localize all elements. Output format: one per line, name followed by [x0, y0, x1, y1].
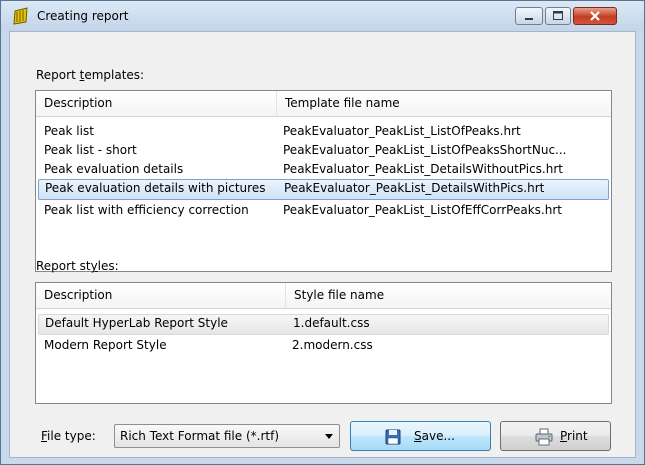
- template-row-selected[interactable]: Peak evaluation details with pictures Pe…: [38, 179, 609, 200]
- style-row-selected[interactable]: Default HyperLab Report Style 1.default.…: [38, 314, 609, 335]
- print-button-label: Print: [560, 429, 588, 443]
- template-description: Peak evaluation details with pictures: [45, 181, 266, 195]
- template-row[interactable]: Peak list with efficiency correction Pea…: [38, 201, 609, 220]
- template-file-name: PeakEvaluator_PeakList_DetailsWithoutPic…: [283, 162, 563, 176]
- dialog-client-area: Report templates: Description Template f…: [9, 31, 636, 458]
- column-header-style-file[interactable]: Style file name: [286, 283, 586, 308]
- template-description: Peak list with efficiency correction: [44, 203, 249, 217]
- minimize-button[interactable]: [515, 7, 543, 25]
- print-button[interactable]: Print: [500, 421, 611, 451]
- report-templates-list[interactable]: Description Template file name Peak list…: [35, 90, 612, 272]
- save-button[interactable]: Save...: [350, 421, 491, 451]
- template-description: Peak evaluation details: [44, 162, 184, 176]
- report-templates-label: Report templates:: [36, 68, 145, 82]
- report-folder-icon: [13, 7, 28, 25]
- template-file-name: PeakEvaluator_PeakList_ListOfPeaksShortN…: [283, 143, 567, 157]
- dialog-window: Creating report Report templates: Descri…: [0, 0, 645, 465]
- file-type-select[interactable]: Rich Text Format file (*.rtf): [114, 424, 340, 448]
- maximize-icon: [553, 11, 563, 20]
- save-button-label: Save...: [414, 429, 455, 443]
- printer-icon: [535, 428, 553, 446]
- chevron-down-icon[interactable]: [325, 434, 333, 439]
- maximize-button[interactable]: [545, 7, 571, 25]
- file-type-label: File type:: [41, 429, 96, 443]
- report-styles-list[interactable]: Description Style file name Default Hype…: [35, 282, 612, 404]
- style-description: Modern Report Style: [44, 338, 167, 352]
- style-file-name: 2.modern.css: [292, 338, 373, 352]
- report-styles-label: Report styles:: [36, 259, 119, 273]
- column-header-description[interactable]: Description: [36, 283, 285, 308]
- templates-list-header: Description Template file name: [36, 91, 611, 117]
- template-file-name: PeakEvaluator_PeakList_DetailsWithPics.h…: [284, 181, 545, 195]
- minimize-icon: [525, 18, 533, 20]
- template-file-name: PeakEvaluator_PeakList_ListOfEffCorrPeak…: [283, 203, 562, 217]
- style-file-name: 1.default.css: [293, 316, 370, 330]
- style-description: Default HyperLab Report Style: [45, 316, 228, 330]
- template-row[interactable]: Peak list PeakEvaluator_PeakList_ListOfP…: [38, 122, 609, 141]
- styles-list-header: Description Style file name: [36, 283, 611, 309]
- window-title: Creating report: [37, 9, 129, 23]
- style-row[interactable]: Modern Report Style 2.modern.css: [38, 336, 609, 355]
- template-file-name: PeakEvaluator_PeakList_ListOfPeaks.hrt: [283, 124, 521, 138]
- template-description: Peak list: [44, 124, 94, 138]
- title-bar[interactable]: Creating report: [1, 1, 644, 31]
- column-header-template-file[interactable]: Template file name: [277, 91, 577, 116]
- template-row[interactable]: Peak evaluation details PeakEvaluator_Pe…: [38, 160, 609, 179]
- template-row[interactable]: Peak list - short PeakEvaluator_PeakList…: [38, 141, 609, 160]
- column-header-description[interactable]: Description: [36, 91, 276, 116]
- floppy-disk-icon: [385, 429, 401, 445]
- template-description: Peak list - short: [44, 143, 137, 157]
- file-type-value: Rich Text Format file (*.rtf): [120, 429, 280, 443]
- close-button[interactable]: [573, 7, 617, 25]
- close-icon: [590, 11, 600, 21]
